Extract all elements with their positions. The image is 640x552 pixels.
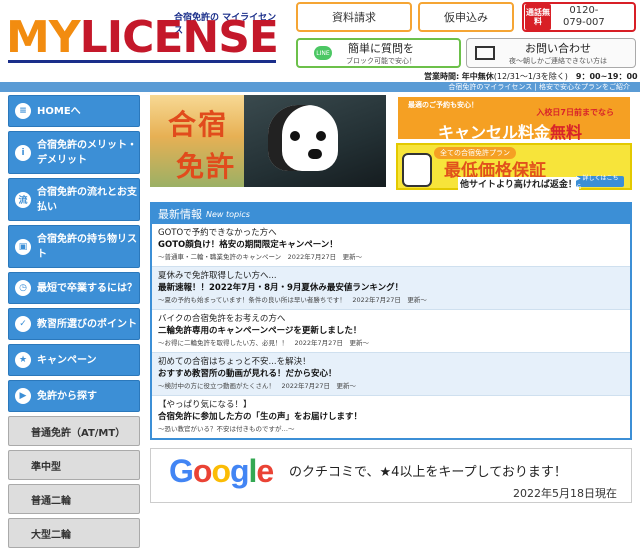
license-large-motorcycle[interactable]: 大型二輪 xyxy=(8,518,140,548)
sidebar-item-fastest-graduation[interactable]: ◷ 最短で卒業するには？ xyxy=(8,272,140,304)
menu-icon: ≡ xyxy=(15,103,31,119)
license-ordinary-at-mt[interactable]: 普通免許（AT/MT） xyxy=(8,416,140,446)
site-header: 合宿免許の マイライセンス MYLICENSE 資料請求 仮申込み 通話無料 0… xyxy=(0,0,640,70)
main-banner[interactable]: 合宿 免許 xyxy=(150,95,386,187)
banner-kanji-top: 合宿 xyxy=(168,108,229,141)
google-logo: Google xyxy=(169,453,274,489)
mail-icon xyxy=(475,46,495,60)
sidebar-item-search-by-license[interactable]: ▶ 免許から探す xyxy=(8,380,140,412)
topics-header: 最新情報 New topics xyxy=(152,204,630,224)
check-icon: ✓ xyxy=(15,316,31,332)
sidebar-nav: ≡ HOMEへ i 合宿免許のメリット・デメリット 流 合宿免許の流れとお支払い… xyxy=(8,95,140,552)
sidebar-item-home[interactable]: ≡ HOMEへ xyxy=(8,95,140,127)
mascot-icon xyxy=(402,153,432,187)
phone-button[interactable]: 通話無料 0120- 079-007 xyxy=(522,2,636,32)
dog-image xyxy=(268,105,338,171)
google-review-message: のクチコミで、★4以上をキープしております！ xyxy=(289,465,567,480)
free-call-badge: 通話無料 xyxy=(525,4,551,30)
provisional-apply-button[interactable]: 仮申込み xyxy=(418,2,514,32)
sidebar-item-belongings[interactable]: ▣ 合宿免許の持ち物リスト xyxy=(8,225,140,268)
line-button-title: 簡単に質問を xyxy=(348,42,414,55)
topic-item[interactable]: 夏休みで免許取得したい方へ... 最新速報！！2022年7月・8月・9月夏休み最… xyxy=(152,267,630,310)
topic-item[interactable]: 【やっぱり気になる！】 合宿免許に参加した方の「生の声」をお届けします！ 〜恐い… xyxy=(152,396,630,439)
car-icon: ▶ xyxy=(15,388,31,404)
line-icon: LINE xyxy=(314,46,332,60)
cancel-free-banner[interactable]: 最適のご予約も安心！ 入校日7日前までなら キャンセル料金無料 xyxy=(396,95,632,142)
license-semi-medium[interactable]: 準中型 xyxy=(8,450,140,480)
sidebar-item-school-choice[interactable]: ✓ 教習所選びのポイント xyxy=(8,308,140,340)
info-bar: 合宿免許のマイライセンス | 格安で安心なプランをご紹介 xyxy=(0,82,640,92)
google-review-date: 2022年5月18日現在 xyxy=(513,487,617,500)
sidebar-item-campaign[interactable]: ★ キャンペーン xyxy=(8,344,140,376)
request-documents-button[interactable]: 資料請求 xyxy=(296,2,412,32)
suitcase-icon: ▣ xyxy=(15,238,31,255)
sidebar-item-merits[interactable]: i 合宿免許のメリット・デメリット xyxy=(8,131,140,174)
lowest-price-banner[interactable]: 全ての合宿免許プラン 最低価格保証 他サイトより高ければ返金！ ▶ 詳しくはこち… xyxy=(396,143,632,191)
site-logo[interactable]: 合宿免許の マイライセンス MYLICENSE xyxy=(6,4,281,66)
promo1-main-text: キャンセル料金無料 xyxy=(438,123,583,142)
line-button-sub: ブロック可能で安心！ xyxy=(346,57,416,65)
contact-button-title: お問い合わせ xyxy=(525,42,591,55)
info-bar-text: 合宿免許のマイライセンス | 格安で安心なプランをご紹介 xyxy=(448,83,630,91)
license-ordinary-motorcycle[interactable]: 普通二輪 xyxy=(8,484,140,514)
promo2-detail-button[interactable]: ▶ 詳しくはこちら xyxy=(576,175,624,191)
phone-number: 0120- 079-007 xyxy=(563,5,605,28)
logo-wordmark: MYLICENSE xyxy=(6,12,279,63)
promo1-mid-text: 入校日7日前までなら xyxy=(536,108,614,117)
promo2-sub-text: 他サイトより高ければ返金！ xyxy=(458,177,579,190)
topic-item[interactable]: バイクの合宿免許をお考えの方へ 二輪免許専用のキャンペーンページを更新しました！… xyxy=(152,310,630,353)
google-review-banner[interactable]: Google のクチコミで、★4以上をキープしております！ 2022年5月18日… xyxy=(150,448,632,503)
business-hours: 営業時間: 年中無休(12/31～1/3を除く) 9：00~19：00 xyxy=(424,72,638,81)
flow-icon: 流 xyxy=(15,191,31,208)
banner-kanji-bottom: 免許 xyxy=(176,150,237,183)
star-icon: ★ xyxy=(15,352,31,368)
topic-item[interactable]: 初めての合宿はちょっと不安...を解決！ おすすめ教習所の動画が見れる！だから安… xyxy=(152,353,630,396)
news-topics: 最新情報 New topics GOTOで予約できなかった方へ GOTO顔負け！… xyxy=(150,202,632,440)
clock-icon: ◷ xyxy=(15,280,31,296)
info-icon: i xyxy=(15,144,31,161)
topic-item[interactable]: GOTOで予約できなかった方へ GOTO顔負け！格安の期間限定キャンペーン！ 〜… xyxy=(152,224,630,267)
line-question-button[interactable]: LINE 簡単に質問を ブロック可能で安心！ xyxy=(296,38,461,68)
logo-underline xyxy=(8,60,276,63)
promo1-top-text: 最適のご予約も安心！ xyxy=(408,101,478,109)
contact-button[interactable]: お問い合わせ 夜～朝しかご連絡できない方は xyxy=(466,38,636,68)
sidebar-item-flow-payment[interactable]: 流 合宿免許の流れとお支払い xyxy=(8,178,140,221)
contact-button-sub: 夜～朝しかご連絡できない方は xyxy=(509,57,607,65)
